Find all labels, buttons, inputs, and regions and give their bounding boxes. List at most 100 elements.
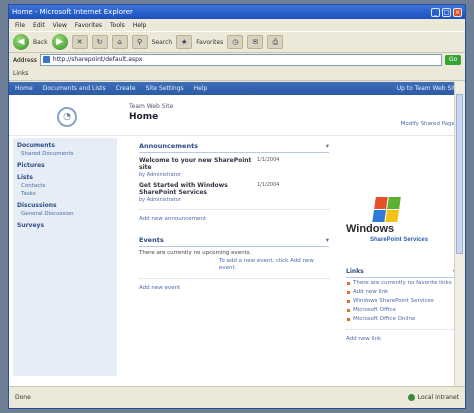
status-bar: Done Local intranet xyxy=(9,386,465,408)
page-viewport: Home Documents and Lists Create Site Set… xyxy=(9,82,465,387)
history-icon[interactable]: ◷ xyxy=(227,35,244,49)
print-icon[interactable]: ⎙ xyxy=(267,35,284,49)
site-logo-icon: ◔ xyxy=(57,107,77,127)
zone-label: Local intranet xyxy=(417,394,459,401)
add-link-link[interactable]: Add new link xyxy=(346,329,456,342)
events-note: To add a new event, click Add new event. xyxy=(219,258,314,271)
events-webpart: Events ▾ There are currently no upcoming… xyxy=(139,234,329,291)
home-icon[interactable]: ⌂ xyxy=(111,35,128,49)
announcements-header: Announcements ▾ xyxy=(139,140,329,153)
windows-flag-icon xyxy=(372,197,402,223)
link-item[interactable]: Windows SharePoint Services xyxy=(346,298,456,305)
maximize-icon[interactable]: □ xyxy=(442,7,451,17)
favorites-icon[interactable]: ★ xyxy=(176,35,193,49)
search-label[interactable]: Search xyxy=(152,39,173,46)
title-bar: Home - Microsoft Internet Explorer _ □ × xyxy=(9,5,465,19)
links-label[interactable]: Links xyxy=(13,70,28,77)
breadcrumb[interactable]: Team Web Site xyxy=(129,103,173,110)
webpart-menu-icon[interactable]: ▾ xyxy=(326,142,329,150)
favorites-label[interactable]: Favorites xyxy=(196,39,223,46)
menu-file[interactable]: File xyxy=(15,22,25,29)
announcement-item: Welcome to your new SharePoint site by A… xyxy=(139,157,329,178)
topnav-site-settings[interactable]: Site Settings xyxy=(146,85,184,92)
site-title-block: Team Web Site Home xyxy=(129,103,173,122)
refresh-icon[interactable]: ↻ xyxy=(91,35,108,49)
intranet-zone-icon xyxy=(407,394,415,401)
links-header: Links ▾ xyxy=(346,266,456,278)
address-bar: Address http://sharepoint/default.aspx G… xyxy=(9,53,465,67)
announcement-text: Welcome to your new SharePoint site by A… xyxy=(139,157,257,178)
page-icon xyxy=(42,56,50,63)
security-zone: Local intranet xyxy=(407,394,459,401)
address-url: http://sharepoint/default.aspx xyxy=(52,56,143,63)
modify-page-link[interactable]: Modify Shared Page xyxy=(401,121,455,127)
link-item[interactable]: Microsoft Office xyxy=(346,307,456,314)
go-button[interactable]: Go xyxy=(445,55,461,65)
menu-favorites[interactable]: Favorites xyxy=(75,22,102,29)
topnav-home[interactable]: Home xyxy=(15,85,33,92)
address-label: Address xyxy=(13,56,37,64)
nav-item-shared-documents[interactable]: Shared Documents xyxy=(13,150,117,158)
back-label: Back xyxy=(33,38,48,46)
nav-item-general-discussion[interactable]: General Discussion xyxy=(13,210,117,218)
nav-heading-discussions[interactable]: Discussions xyxy=(13,198,117,210)
topnav-create[interactable]: Create xyxy=(116,85,136,92)
announcement-title[interactable]: Get Started with Windows SharePoint Serv… xyxy=(139,182,257,196)
link-item[interactable]: Microsoft Office Online xyxy=(346,316,456,323)
nav-item-tasks[interactable]: Tasks xyxy=(13,190,117,198)
sharepoint-top-nav: Home Documents and Lists Create Site Set… xyxy=(9,82,465,95)
forward-button[interactable]: ▶ xyxy=(51,34,68,50)
stop-icon[interactable]: ✕ xyxy=(71,35,88,49)
topnav-documents-lists[interactable]: Documents and Lists xyxy=(43,85,106,92)
topnav-help[interactable]: Help xyxy=(194,85,208,92)
announcements-title[interactable]: Announcements xyxy=(139,142,198,150)
link-item[interactable]: Add new link xyxy=(346,289,456,296)
quick-launch: Documents Shared Documents Pictures List… xyxy=(13,138,117,376)
add-announcement-link[interactable]: Add new announcement xyxy=(139,209,329,222)
announcement-text: Get Started with Windows SharePoint Serv… xyxy=(139,182,257,203)
mail-icon[interactable]: ✉ xyxy=(247,35,264,49)
nav-heading-surveys[interactable]: Surveys xyxy=(13,218,117,230)
announcement-item: Get Started with Windows SharePoint Serv… xyxy=(139,182,329,203)
page-title: Home xyxy=(129,112,159,122)
menu-tools[interactable]: Tools xyxy=(110,22,125,29)
links-bar: Links xyxy=(9,67,465,81)
close-icon[interactable]: × xyxy=(453,7,462,17)
main-content: Announcements ▾ Welcome to your new Shar… xyxy=(139,140,329,291)
address-input[interactable]: http://sharepoint/default.aspx xyxy=(39,54,442,66)
back-button[interactable]: ◀ xyxy=(13,34,29,50)
sharepoint-logo: Windows SharePoint Services xyxy=(346,197,456,257)
events-title[interactable]: Events xyxy=(139,236,164,244)
minimize-icon[interactable]: _ xyxy=(431,7,440,17)
standard-toolbar: ◀ Back ▶ ✕ ↻ ⌂ ⚲ Search ★ Favorites ◷ ✉ … xyxy=(9,31,465,53)
menu-view[interactable]: View xyxy=(53,22,67,29)
add-event-link[interactable]: Add new event xyxy=(139,278,329,291)
browser-window: Home - Microsoft Internet Explorer _ □ ×… xyxy=(8,4,466,409)
nav-heading-lists[interactable]: Lists xyxy=(13,170,117,182)
search-icon[interactable]: ⚲ xyxy=(131,35,148,49)
topnav-up-link[interactable]: Up to Team Web Site xyxy=(397,85,459,92)
events-header: Events ▾ xyxy=(139,234,329,247)
logo-text-windows: Windows xyxy=(346,223,395,235)
menu-help[interactable]: Help xyxy=(133,22,147,29)
logo-text-sharepoint: SharePoint Services xyxy=(370,237,429,243)
announcement-title[interactable]: Welcome to your new SharePoint site xyxy=(139,157,257,171)
announcement-author: by Administrator xyxy=(139,172,181,178)
vertical-scrollbar[interactable] xyxy=(454,82,465,387)
nav-heading-documents[interactable]: Documents xyxy=(13,138,117,150)
webpart-menu-icon[interactable]: ▾ xyxy=(326,236,329,244)
nav-heading-pictures[interactable]: Pictures xyxy=(13,158,117,170)
events-empty-text: There are currently no upcoming events. xyxy=(139,250,252,256)
menu-bar: File Edit View Favorites Tools Help xyxy=(9,19,465,31)
links-title[interactable]: Links xyxy=(346,268,364,275)
scrollbar-thumb[interactable] xyxy=(456,94,463,254)
links-webpart: Links ▾ There are currently no favorite … xyxy=(346,266,456,342)
announcement-date: 1/1/2004 xyxy=(257,157,280,163)
status-text: Done xyxy=(15,394,31,401)
nav-item-contacts[interactable]: Contacts xyxy=(13,182,117,190)
announcement-date: 1/1/2004 xyxy=(257,182,280,188)
menu-edit[interactable]: Edit xyxy=(33,22,45,29)
link-item[interactable]: There are currently no favorite links xyxy=(346,280,456,287)
announcement-author: by Administrator xyxy=(139,197,181,203)
window-title: Home - Microsoft Internet Explorer xyxy=(12,8,133,16)
